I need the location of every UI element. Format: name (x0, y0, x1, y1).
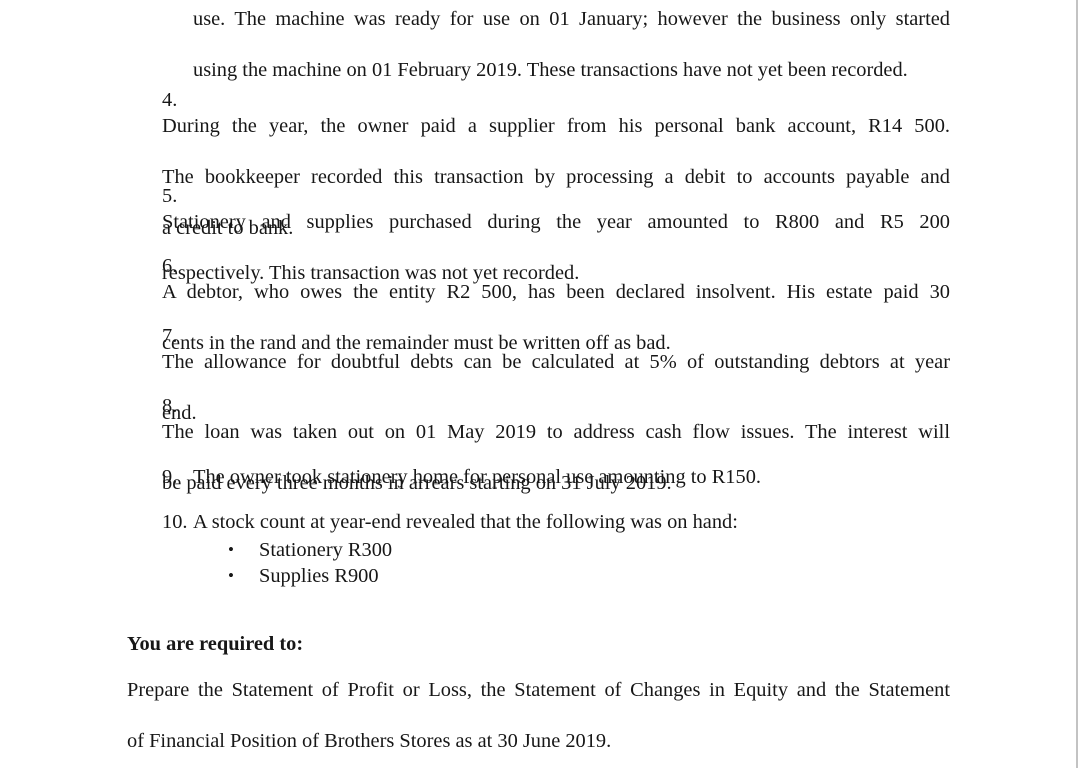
continuation-paragraph-line-2: using the machine on 01 February 2019. T… (193, 59, 908, 81)
stock-count-item-stationery: Stationery R300 (259, 539, 393, 561)
list-item-4-line-1: During the year, the owner paid a suppli… (162, 114, 950, 137)
list-item-8-line-1: The loan was taken out on 01 May 2019 to… (162, 420, 950, 443)
continuation-paragraph-line-1: use. The machine was ready for use on 01… (193, 8, 950, 30)
document-page: use. The machine was ready for use on 01… (0, 0, 1080, 768)
list-item-10: 10. A stock count at year-end revealed t… (162, 510, 950, 536)
required-heading: You are required to: (127, 633, 304, 655)
list-item-9-number: 9. (162, 466, 178, 488)
bullet-icon: • (228, 540, 234, 559)
list-item: • Supplies R900 (228, 563, 728, 589)
list-item-9-text: The owner took stationery home for perso… (193, 466, 761, 488)
list-item-10-number: 10. (162, 511, 188, 533)
list-item-8-number: 8. (162, 395, 178, 417)
list-item-5-number: 5. (162, 185, 178, 207)
bullet-icon: • (228, 566, 234, 585)
stock-count-item-supplies: Supplies R900 (259, 565, 379, 587)
list-item-7-line-1: The allowance for doubtful debts can be … (162, 350, 950, 373)
closing-paragraph-line-1: Prepare the Statement of Profit or Loss,… (127, 679, 950, 701)
list-item-6-number: 6. (162, 255, 178, 277)
list-item-4-number: 4. (162, 89, 178, 111)
list-item-5-line-1: Stationery and supplies purchased during… (162, 210, 950, 233)
closing-paragraph-line-2: of Financial Position of Brothers Stores… (127, 730, 612, 752)
list-item-10-text: A stock count at year-end revealed that … (193, 511, 738, 533)
list-item-7-number: 7. (162, 325, 178, 347)
stock-count-bullet-list: • Stationery R300 • Supplies R900 (228, 537, 728, 589)
closing-paragraph: Prepare the Statement of Profit or Loss,… (127, 678, 950, 755)
continuation-paragraph: use. The machine was ready for use on 01… (193, 7, 950, 84)
list-item-6-line-1: A debtor, who owes the entity R2 500, ha… (162, 280, 950, 303)
list-item-9: 9. The owner took stationery home for pe… (162, 465, 950, 491)
page-edge-rule (1076, 0, 1078, 768)
list-item: • Stationery R300 (228, 537, 728, 563)
